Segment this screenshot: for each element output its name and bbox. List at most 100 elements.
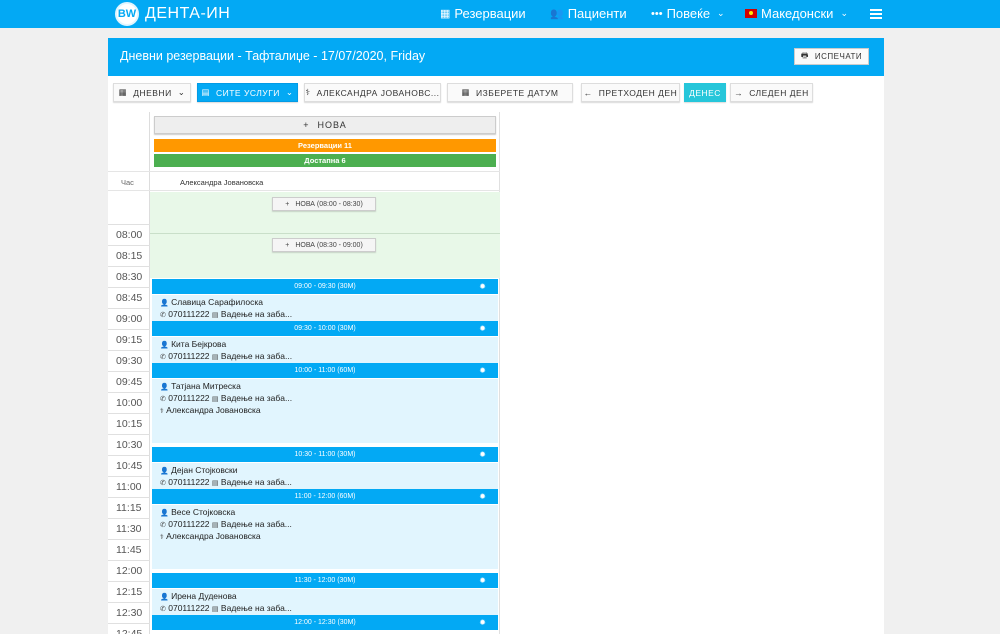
user-icon: 👤 [160, 342, 169, 349]
reservation-header[interactable]: 11:00 - 12:00 (60М) ✹ [152, 489, 498, 504]
plus-icon: + [285, 241, 290, 249]
patient-phone: 070111222 [168, 519, 210, 529]
doctor-icon: ⚕ [160, 534, 164, 541]
phone-icon: ✆ [160, 606, 166, 613]
phone-icon: ✆ [160, 354, 166, 361]
brand-logo: BW [115, 2, 139, 26]
patient-phone: 070111222 [168, 603, 210, 613]
choose-date-button[interactable]: ▦ ИЗБЕРЕТЕ ДАТУМ [447, 83, 573, 102]
gear-icon[interactable]: ✹ [479, 576, 486, 585]
reservation-card[interactable]: 👤 Весе Стојковска ✆ 070111222 ▤ Вадење на… [152, 505, 498, 569]
next-day-label: СЛЕДЕН ДЕН [749, 87, 809, 98]
reservation-time: 12:00 - 12:30 (30М) [294, 619, 356, 626]
print-label: ИСПЕЧАТИ [814, 52, 863, 61]
choose-date-label: ИЗБЕРЕТЕ ДАТУМ [476, 87, 559, 98]
time-slot-label: 11:15 [108, 497, 150, 518]
reservations-count-badge: Резервации 11 [154, 139, 496, 152]
contact-line: ✆ 070111222 ▤ Вадење на заба... [160, 519, 490, 531]
flag-icon [745, 9, 757, 18]
reservation-header[interactable]: 09:30 - 10:00 (30М) ✹ [152, 321, 498, 336]
nav-patients-label: Пациенти [567, 6, 627, 21]
new-slot-button[interactable]: + НОВА (08:00 - 08:30) [272, 197, 376, 211]
reservation-header[interactable]: 11:30 - 12:00 (30М) ✹ [152, 573, 498, 588]
reservation-header[interactable]: 10:30 - 11:00 (30М) ✹ [152, 447, 498, 462]
patient-phone: 070111222 [168, 477, 210, 487]
time-slot-label: 09:15 [108, 329, 150, 350]
doctor-select-button[interactable]: ⚕ АЛЕКСАНДРА ЈОВАНОВС... [304, 83, 441, 102]
contact-line: ✆ 070111222 ▤ Вадење на забa... [160, 351, 490, 363]
time-slot-label: 11:00 [108, 476, 150, 497]
service-name: Вадење на забa... [220, 393, 293, 403]
nav-reservations-label: Резервации [454, 6, 526, 21]
phone-icon: ✆ [160, 522, 166, 529]
chevron-down-icon: ⌄ [285, 87, 294, 97]
nav-reservations[interactable]: ▦ Резервации [440, 6, 526, 21]
service-name: Вадење на забa... [220, 309, 293, 319]
page-title: Дневни резервации - Тафталиџе - 17/07/20… [120, 49, 426, 63]
reservation-card[interactable]: 👤 Кита Бејкрова ✆ 070111222 ▤ Вадење на з… [152, 337, 498, 363]
divider [150, 233, 500, 234]
today-button[interactable]: ДЕНЕС [684, 83, 726, 102]
new-slot-label: НОВА (08:30 - 09:00) [295, 241, 363, 249]
gear-icon[interactable]: ✹ [479, 492, 486, 501]
daily-reservations-panel: Дневни резервации - Тафталиџе - 17/07/20… [108, 38, 884, 634]
gear-icon[interactable]: ✹ [479, 450, 486, 459]
print-button[interactable]: 🖶 ИСПЕЧАТИ [794, 48, 869, 65]
service-name: Вадење на забa... [220, 351, 293, 361]
reservation-card[interactable]: 👤 Дејан Стојковски ✆ 070111222 ▤ Вадење н… [152, 463, 498, 489]
nav-more[interactable]: ••• Повеќе ⌄ [651, 6, 725, 21]
phone-icon: ✆ [160, 480, 166, 487]
reservation-time: 10:30 - 11:00 (30М) [294, 451, 356, 458]
new-slot-button[interactable]: + НОВА (08:30 - 09:00) [272, 238, 376, 252]
gear-icon[interactable]: ✹ [479, 618, 486, 627]
patient-name: Кита Бејкрова [171, 339, 227, 349]
patient-phone: 070111222 [168, 351, 210, 361]
next-day-button[interactable]: → СЛЕДЕН ДЕН [730, 83, 813, 102]
gear-icon[interactable]: ✹ [479, 366, 486, 375]
reservation-time: 11:30 - 12:00 (30М) [294, 577, 356, 584]
doctor-label: АЛЕКСАНДРА ЈОВАНОВС... [316, 87, 440, 98]
reservation-card[interactable]: 👤 Ирена Дуденова ✆ 070111222 ▤ Вадење на … [152, 589, 498, 615]
reservation-header[interactable]: 10:00 - 11:00 (60М) ✹ [152, 363, 498, 378]
panel-header: Дневни резервации - Тафталиџе - 17/07/20… [108, 38, 884, 76]
view-daily-dropdown[interactable]: ▦ ДНЕВНИ ⌄ [113, 83, 191, 102]
nav-language-label: Македонски [761, 6, 834, 21]
new-reservation-button[interactable]: + НОВА [154, 116, 496, 134]
time-slot-label: 10:00 [108, 392, 150, 413]
time-slot-label: 08:45 [108, 287, 150, 308]
reservation-header[interactable]: 09:00 - 09:30 (30М) ✹ [152, 279, 498, 294]
users-icon: 👥 [550, 8, 564, 20]
brand[interactable]: BW ДЕНТА-ИН [115, 2, 230, 26]
reservation-time: 11:00 - 12:00 (60М) [294, 493, 356, 500]
services-dropdown[interactable]: ▤ СИТЕ УСЛУГИ ⌄ [197, 83, 298, 102]
patient-name: Ирена Дуденова [171, 591, 237, 601]
reservation-header[interactable]: 12:00 - 12:30 (30М) ✹ [152, 615, 498, 630]
doctor-line: ⚕ Александра Јовановска [160, 531, 490, 543]
gear-icon[interactable]: ✹ [479, 324, 486, 333]
reservation-card[interactable]: 👤 Татјана Митреска ✆ 070111222 ▤ Вадење н… [152, 379, 498, 443]
arrow-right-icon: → [734, 87, 744, 98]
menu-icon[interactable] [870, 9, 882, 21]
time-slot-label: 08:15 [108, 245, 150, 266]
previous-day-label: ПРЕТХОДЕН ДЕН [598, 87, 678, 98]
available-count-badge: Достапна 6 [154, 154, 496, 167]
previous-day-button[interactable]: ← ПРЕТХОДЕН ДЕН [581, 83, 680, 102]
patient-line: 👤 Весе Стојковска [160, 507, 490, 519]
user-icon: 👤 [160, 468, 169, 475]
book-icon: ▤ [211, 522, 219, 529]
time-slot-label: 12:00 [108, 560, 150, 581]
nav-language[interactable]: Македонски ⌄ [745, 6, 848, 21]
gear-icon[interactable]: ✹ [479, 282, 486, 291]
chevron-down-icon: ⌄ [840, 8, 848, 18]
time-slot-label: 12:15 [108, 581, 150, 602]
service-name: Вадење на заба... [220, 477, 292, 487]
contact-line: ✆ 070111222 ▤ Вадење на забa... [160, 309, 490, 321]
contact-line: ✆ 070111222 ▤ Вадење на забa... [160, 393, 490, 405]
user-icon: 👤 [160, 300, 169, 307]
time-slot-label: 08:30 [108, 266, 150, 287]
nav-patients[interactable]: 👥 Пациенти [550, 6, 627, 21]
calendar-icon: ▦ [118, 87, 128, 97]
reservation-card[interactable]: 👤 Славица Сарафилоска ✆ 070111222 ▤ Вадењ… [152, 295, 498, 321]
user-icon: 👤 [160, 384, 169, 391]
printer-icon: 🖶 [800, 50, 809, 60]
